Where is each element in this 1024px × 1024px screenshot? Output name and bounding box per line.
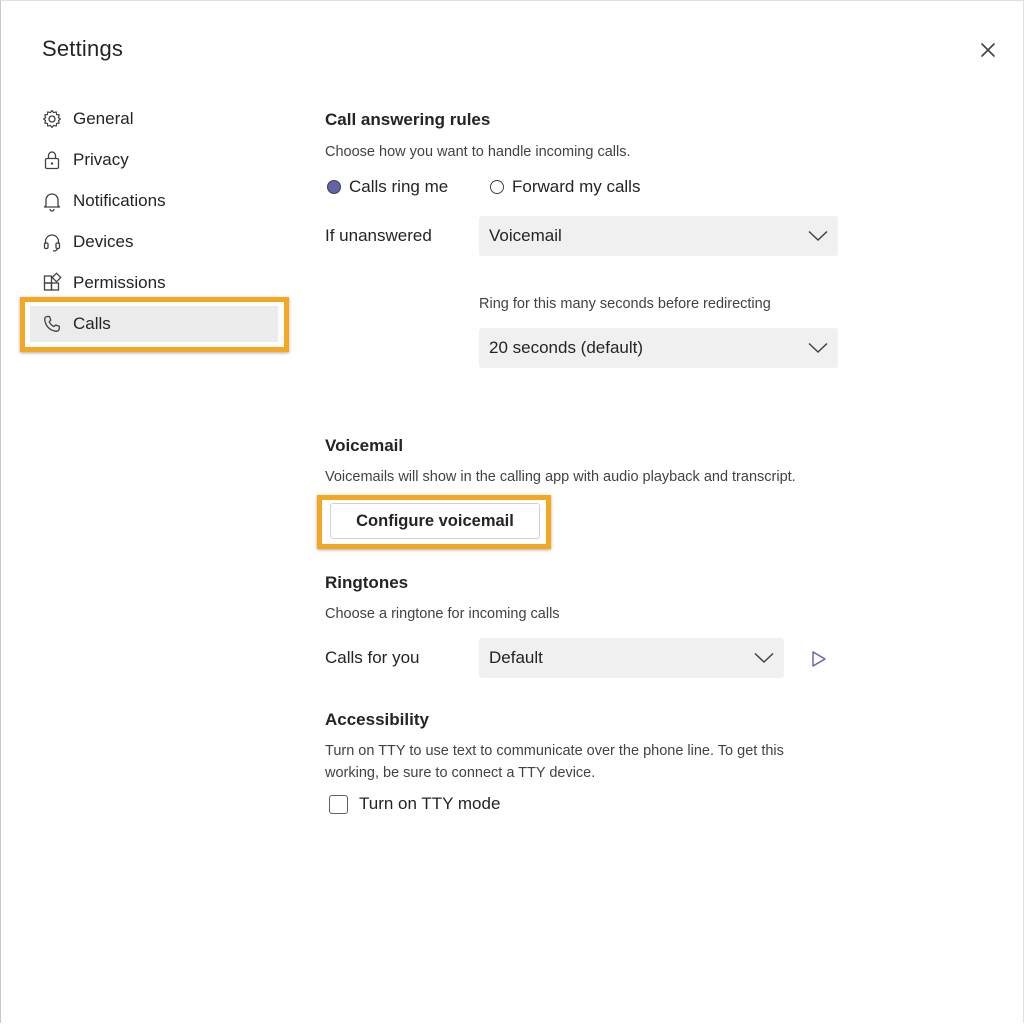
ringtones-description: Choose a ringtone for incoming calls bbox=[325, 606, 560, 622]
sidebar-item-privacy[interactable]: Privacy bbox=[30, 142, 278, 178]
radio-selected-indicator bbox=[327, 180, 341, 194]
chevron-down-icon bbox=[808, 342, 828, 354]
ring-seconds-label: Ring for this many seconds before redire… bbox=[479, 296, 771, 312]
sidebar-item-label: Permissions bbox=[73, 273, 166, 292]
if-unanswered-label: If unanswered bbox=[325, 226, 432, 245]
bell-icon bbox=[41, 190, 63, 212]
radio-forward-my-calls[interactable]: Forward my calls bbox=[490, 177, 640, 197]
sidebar-item-label: Privacy bbox=[73, 150, 129, 169]
ringtones-heading: Ringtones bbox=[325, 573, 409, 592]
sidebar-item-label: Devices bbox=[73, 232, 134, 251]
radio-unselected-indicator bbox=[490, 180, 504, 194]
sidebar-item-notifications[interactable]: Notifications bbox=[30, 183, 278, 219]
ring-seconds-dropdown[interactable]: 20 seconds (default) bbox=[479, 328, 838, 368]
radio-label: Calls ring me bbox=[349, 177, 449, 196]
dropdown-value: Voicemail bbox=[489, 226, 562, 245]
call-answering-heading: Call answering rules bbox=[325, 110, 491, 129]
chevron-down-icon bbox=[808, 230, 828, 242]
radio-calls-ring-me[interactable]: Calls ring me bbox=[327, 177, 448, 197]
close-icon[interactable] bbox=[976, 38, 1000, 62]
chevron-down-icon bbox=[754, 652, 774, 664]
accessibility-heading: Accessibility bbox=[325, 710, 429, 729]
sidebar-item-label: General bbox=[73, 109, 134, 128]
sidebar-item-label: Notifications bbox=[73, 191, 166, 210]
voicemail-description: Voicemails will show in the calling app … bbox=[325, 469, 796, 485]
dropdown-value: 20 seconds (default) bbox=[489, 338, 644, 357]
sidebar-item-calls[interactable]: Calls bbox=[30, 306, 278, 342]
configure-voicemail-button[interactable]: Configure voicemail bbox=[330, 503, 540, 539]
if-unanswered-dropdown[interactable]: Voicemail bbox=[479, 216, 838, 256]
accessibility-description: Turn on TTY to use text to communicate o… bbox=[325, 743, 784, 781]
sidebar-item-devices[interactable]: Devices bbox=[30, 224, 278, 260]
gear-icon bbox=[41, 108, 63, 130]
sidebar-item-permissions[interactable]: Permissions bbox=[30, 265, 278, 301]
apps-icon bbox=[41, 272, 63, 294]
radio-label: Forward my calls bbox=[512, 177, 641, 196]
checkbox-label: Turn on TTY mode bbox=[359, 794, 501, 813]
tty-mode-checkbox[interactable]: Turn on TTY mode bbox=[329, 794, 500, 814]
headset-icon bbox=[41, 231, 63, 253]
dialog-title: Settings bbox=[42, 36, 124, 61]
call-answering-description: Choose how you want to handle incoming c… bbox=[325, 144, 631, 160]
voicemail-heading: Voicemail bbox=[325, 436, 404, 455]
checkbox-box bbox=[329, 794, 348, 814]
sidebar-item-general[interactable]: General bbox=[30, 101, 278, 137]
calls-for-you-dropdown[interactable]: Default bbox=[479, 638, 784, 678]
sidebar-item-label: Calls bbox=[73, 314, 111, 333]
play-icon[interactable] bbox=[810, 650, 828, 668]
lock-icon bbox=[41, 149, 63, 171]
calls-for-you-label: Calls for you bbox=[325, 648, 420, 667]
phone-icon bbox=[41, 313, 63, 335]
dropdown-value: Default bbox=[489, 648, 543, 667]
